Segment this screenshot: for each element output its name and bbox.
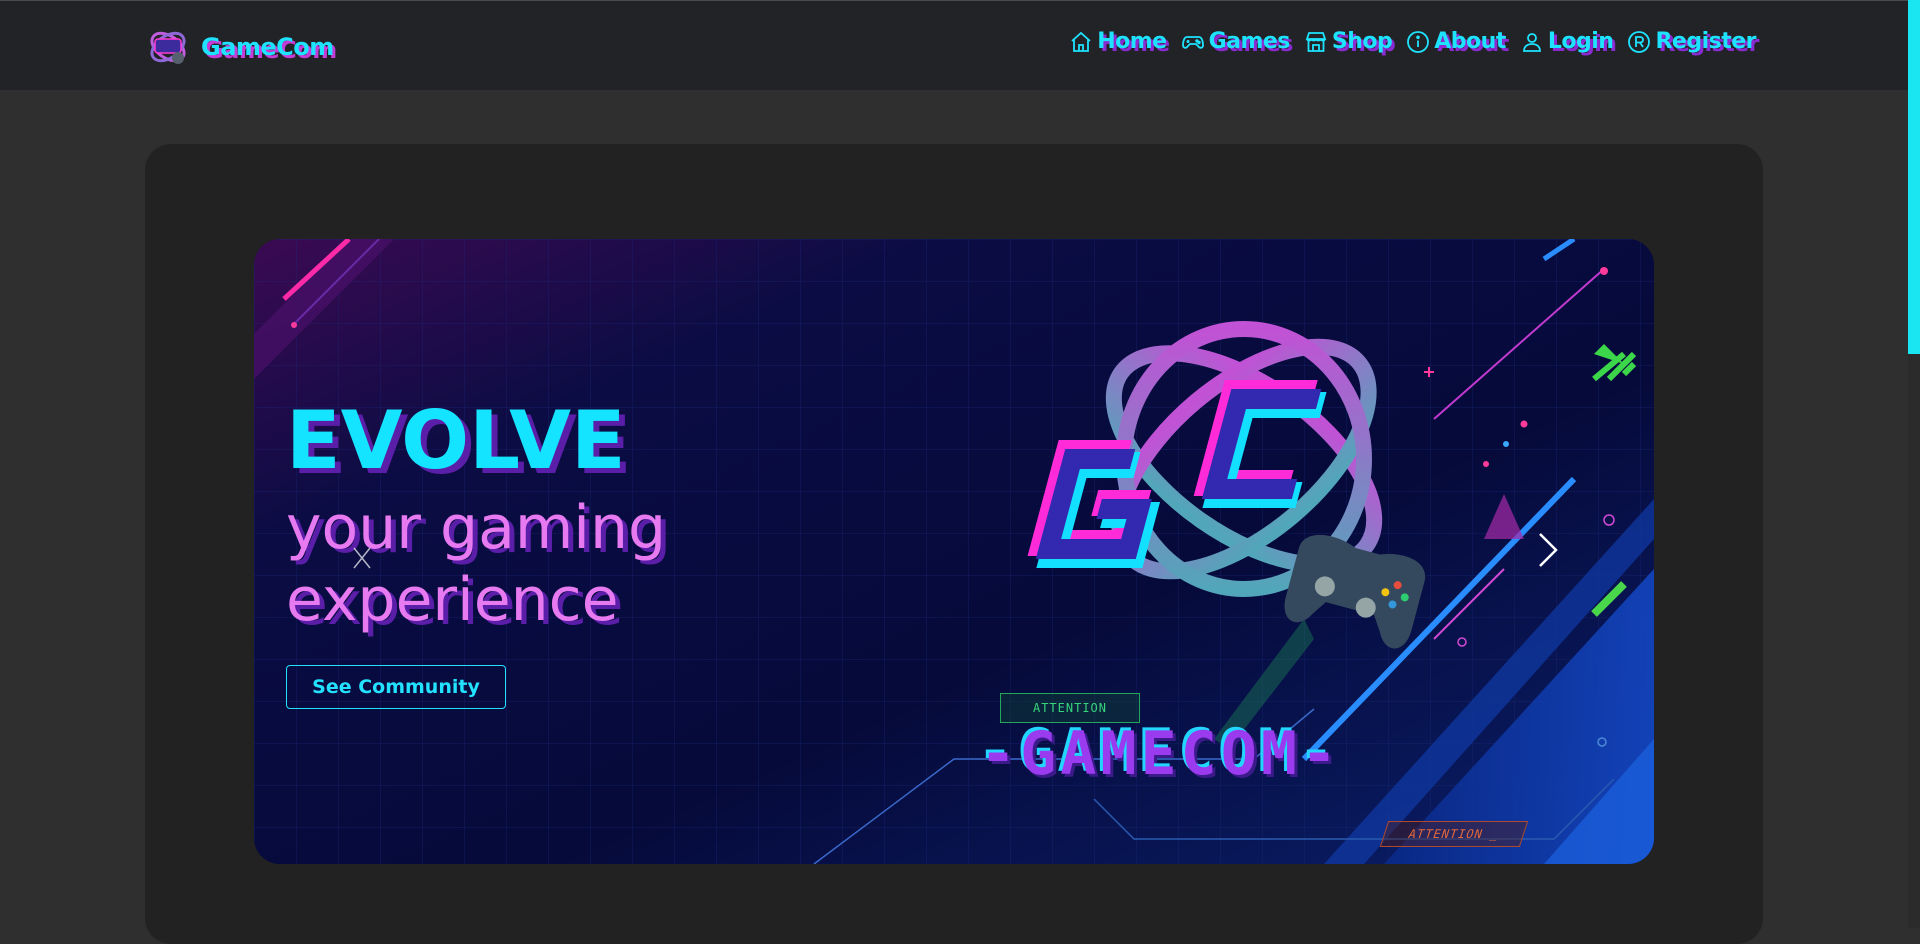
hero-headline: EVOLVE xyxy=(286,394,626,487)
carousel-next-arrow[interactable] xyxy=(1534,530,1562,570)
navbar: GameCom Home Games Shop About Login Regi… xyxy=(0,0,1908,90)
nav-register[interactable]: Register xyxy=(1627,29,1756,54)
scrollbar-thumb[interactable] xyxy=(1908,0,1920,354)
brand[interactable]: GameCom xyxy=(145,21,334,73)
see-community-button[interactable]: See Community xyxy=(286,665,506,709)
page-scrollbar[interactable] xyxy=(1908,0,1920,928)
hero-text: EVOLVE your gaming experience xyxy=(286,396,806,636)
info-icon xyxy=(1407,30,1430,53)
nav-shop-label: Shop xyxy=(1331,29,1393,54)
registered-icon xyxy=(1628,30,1651,53)
attention-badge-orange: ATTENTION _ xyxy=(1379,821,1529,847)
nav-login[interactable]: Login xyxy=(1520,29,1614,54)
gamecom-wordmark: -GAMECOM- xyxy=(980,719,1342,789)
nav-shop[interactable]: Shop xyxy=(1304,29,1393,54)
nav-about[interactable]: About xyxy=(1406,29,1506,54)
nav-games-label: Games xyxy=(1208,29,1291,54)
gamepad-icon xyxy=(1181,35,1204,49)
nav-about-label: About xyxy=(1434,29,1506,54)
nav-login-label: Login xyxy=(1547,29,1614,54)
hero-carousel: EVOLVE your gaming experience See Commun… xyxy=(254,239,1654,864)
store-icon xyxy=(1305,31,1327,52)
home-icon xyxy=(1071,31,1091,52)
nav-games[interactable]: Games xyxy=(1181,29,1290,54)
gamecom-logo xyxy=(150,31,186,64)
nav-register-label: Register xyxy=(1655,29,1756,54)
brand-name: GameCom xyxy=(201,33,334,61)
main-nav: Home Games Shop About Login Register xyxy=(1069,29,1756,54)
user-icon xyxy=(1522,32,1541,52)
nav-home[interactable]: Home xyxy=(1069,29,1167,54)
nav-home-label: Home xyxy=(1097,29,1167,54)
carousel-prev-control[interactable] xyxy=(350,544,374,572)
